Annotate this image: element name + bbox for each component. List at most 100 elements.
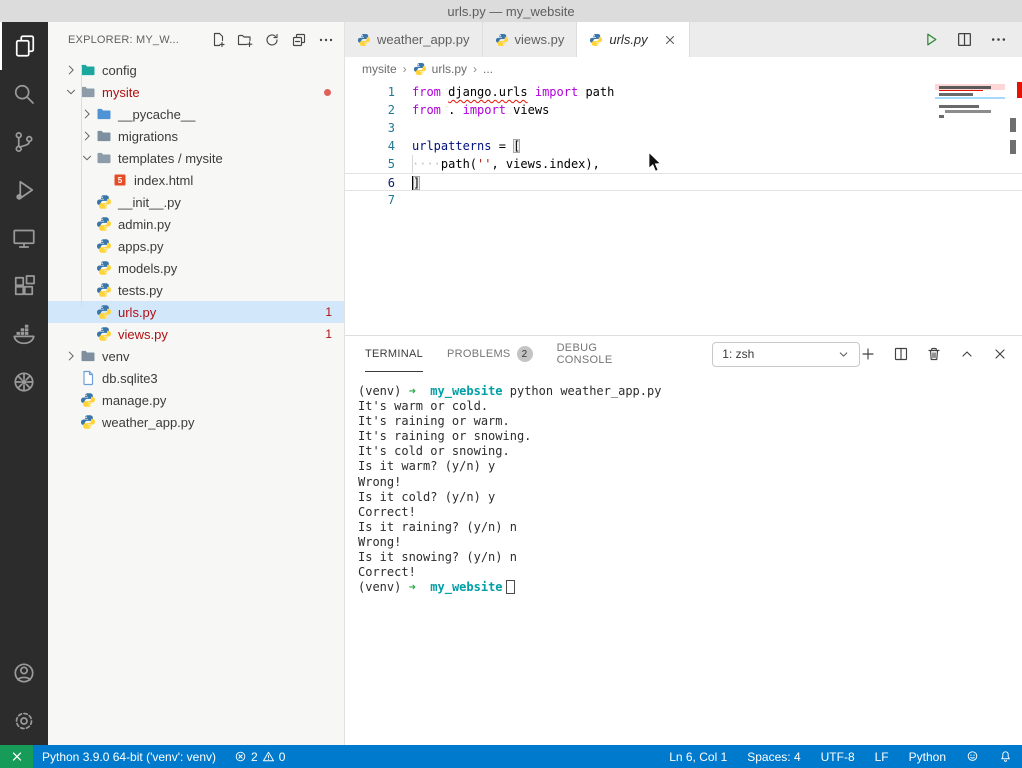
debug-icon <box>12 178 36 202</box>
code-editor[interactable]: 1from django.urls import path2from . imp… <box>345 80 1022 335</box>
panel-tab-problems[interactable]: PROBLEMS2 <box>447 337 533 372</box>
panel-tabs: TERMINAL PROBLEMS2 DEBUG CONSOLE <box>365 337 670 372</box>
split-terminal-button[interactable] <box>893 346 909 362</box>
feedback-button[interactable] <box>956 750 989 763</box>
tree-item-views-py[interactable]: views.py1 <box>48 323 344 345</box>
tree-item-admin-py[interactable]: admin.py <box>48 213 344 235</box>
tree-item--pycache-[interactable]: __pycache__ <box>48 103 344 125</box>
chevron-down-icon <box>80 151 94 165</box>
tree-item-urls-py[interactable]: urls.py 1 <box>48 301 344 323</box>
tab-views-py[interactable]: views.py <box>483 22 578 57</box>
more-actions-button[interactable] <box>990 31 1007 48</box>
shell-selector-dropdown[interactable]: 1: zsh <box>712 342 860 367</box>
code-token: = <box>491 139 513 153</box>
editor-actions <box>907 22 1022 57</box>
terminal-output[interactable]: (venv) ➜ my_website python weather_app.p… <box>358 384 1012 595</box>
tree-item-tests-py[interactable]: tests.py <box>48 279 344 301</box>
error-count: 2 <box>251 750 258 764</box>
close-panel-button[interactable] <box>992 346 1008 362</box>
activity-explorer[interactable] <box>0 22 48 70</box>
tab-urls-py[interactable]: urls.py <box>577 22 689 57</box>
code-token: '' <box>477 157 491 171</box>
activity-run-debug[interactable] <box>0 166 48 214</box>
status-utf-8[interactable]: UTF-8 <box>811 750 865 764</box>
tree-item-mysite[interactable]: mysite <box>48 81 344 103</box>
panel-tab-terminal[interactable]: TERMINAL <box>365 337 423 372</box>
breadcrumb[interactable]: mysite›urls.py›... <box>345 57 1022 80</box>
status-ln-6-col-1[interactable]: Ln 6, Col 1 <box>659 750 737 764</box>
tree-item-migrations[interactable]: migrations <box>48 125 344 147</box>
status-spaces-4[interactable]: Spaces: 4 <box>737 750 810 764</box>
terminal-text: It's raining or snowing. <box>358 429 531 443</box>
terminal-text: Is it snowing? (y/n) n <box>358 550 517 564</box>
code-line-6: 6] <box>345 173 1022 191</box>
tree-item--init-py[interactable]: __init__.py <box>48 191 344 213</box>
close-tab-button[interactable] <box>663 33 677 47</box>
code-line-4: 4urlpatterns = [ <box>345 137 1022 155</box>
breadcrumb-label: ... <box>483 62 493 76</box>
breadcrumb-segment[interactable]: ... <box>483 62 493 76</box>
new-file-button[interactable] <box>210 32 226 48</box>
tree-item-apps-py[interactable]: apps.py <box>48 235 344 257</box>
run-python-file-button[interactable] <box>922 31 939 48</box>
problems-status[interactable]: 2 0 <box>225 745 294 768</box>
panel-tab-debug-console[interactable]: DEBUG CONSOLE <box>557 337 647 372</box>
tree-item-config[interactable]: config <box>48 59 344 81</box>
tree-item-templates-mysite[interactable]: templates / mysite <box>48 147 344 169</box>
activity-kubernetes[interactable] <box>0 358 48 406</box>
activity-source-control[interactable] <box>0 118 48 166</box>
chevron-right-icon <box>62 62 80 78</box>
collapse-folders-button[interactable] <box>291 32 307 48</box>
breadcrumb-separator: › <box>473 62 477 76</box>
activity-extensions[interactable] <box>0 262 48 310</box>
source-control-icon <box>12 130 36 154</box>
breadcrumb-segment[interactable]: urls.py <box>413 62 467 76</box>
notifications-button[interactable] <box>989 750 1022 763</box>
code-token: from <box>412 103 441 117</box>
line-content: ] <box>412 174 420 190</box>
new-folder-icon <box>237 32 253 48</box>
new-terminal-button[interactable] <box>860 346 876 362</box>
split-editor-button[interactable] <box>956 31 973 48</box>
new-folder-button[interactable] <box>237 32 253 48</box>
trash-icon <box>926 346 942 362</box>
panel-tab-label: TERMINAL <box>365 348 423 360</box>
tree-item-venv[interactable]: venv <box>48 345 344 367</box>
more-actions-button[interactable] <box>318 32 334 48</box>
account-icon <box>12 661 36 685</box>
tree-item-label: __init__.py <box>118 195 181 210</box>
tree-item-index-html[interactable]: index.html <box>48 169 344 191</box>
terminal-text: Wrong! <box>358 475 401 489</box>
terminal-text <box>416 384 430 398</box>
close-icon <box>992 346 1008 362</box>
status-lf[interactable]: LF <box>865 750 899 764</box>
remote-indicator[interactable] <box>0 745 33 768</box>
chevron-right-icon <box>80 107 94 121</box>
problems-count-badge: 2 <box>517 346 533 362</box>
status-python[interactable]: Python <box>899 750 956 764</box>
activity-docker[interactable] <box>0 310 48 358</box>
breadcrumb-segment[interactable]: mysite <box>362 62 397 76</box>
activity-accounts[interactable] <box>0 649 48 697</box>
activity-search[interactable] <box>0 70 48 118</box>
python-interpreter-status[interactable]: Python 3.9.0 64-bit ('venv': venv) <box>33 745 225 768</box>
activity-bar-top <box>0 22 48 406</box>
line-number: 1 <box>345 83 412 101</box>
terminal-text: Is it warm? (y/n) y <box>358 459 495 473</box>
refresh-button[interactable] <box>264 32 280 48</box>
kill-terminal-button[interactable] <box>926 346 942 362</box>
tree-item-db-sqlite3[interactable]: db.sqlite3 <box>48 367 344 389</box>
activity-remote-explorer[interactable] <box>0 214 48 262</box>
line-content: ····path('', views.index), <box>412 155 600 173</box>
tree-item-label: urls.py <box>118 305 156 320</box>
tree-item-manage-py[interactable]: manage.py <box>48 389 344 411</box>
tab-weather_app-py[interactable]: weather_app.py <box>345 22 483 57</box>
activity-settings[interactable] <box>0 697 48 745</box>
maximize-panel-button[interactable] <box>959 346 975 362</box>
error-count-badge: 1 <box>325 305 332 319</box>
line-content: from django.urls import path <box>412 83 614 101</box>
tree-item-models-py[interactable]: models.py <box>48 257 344 279</box>
terminal-text: It's warm or cold. <box>358 399 488 413</box>
tree-item-weather-app-py[interactable]: weather_app.py <box>48 411 344 433</box>
tree-indent-guide <box>81 66 82 308</box>
